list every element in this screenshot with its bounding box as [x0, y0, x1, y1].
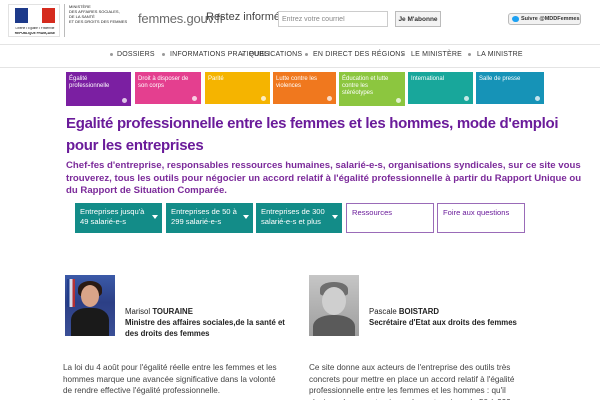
filter-label: Foire aux questions [443, 208, 510, 217]
tile-education-stereotypes[interactable]: Éducation et lutte contre les stéréotype… [339, 72, 405, 106]
chevron-circle-icon [192, 96, 197, 101]
person-first-name: Marisol [125, 307, 151, 316]
nav-item-la-ministre[interactable]: LA MINISTRE [477, 51, 523, 58]
caret-down-icon [243, 215, 249, 219]
person-last-name: BOISTARD [398, 307, 440, 316]
site-header: Liberté • Égalité • Fraternité RÉPUBLIQU… [0, 0, 600, 40]
filter-label: Entreprises jusqu'à 49 salarié-e-s [80, 207, 145, 226]
portrait-pascale-boistard [309, 275, 359, 336]
caret-down-icon [332, 215, 338, 219]
tile-label: Parité [208, 76, 224, 82]
tile-label: Égalité professionnelle [69, 76, 110, 90]
filter-entreprises-50-299[interactable]: Entreprises de 50 à 299 salarié-e-s [166, 203, 253, 233]
portrait-marisol-touraine [65, 275, 115, 336]
chevron-circle-icon [535, 96, 540, 101]
portrait-face [81, 285, 99, 307]
tile-salle-de-presse[interactable]: Salle de presse [476, 72, 544, 104]
portrait-body [71, 308, 109, 336]
filter-label: Ressources [352, 208, 393, 217]
nav-separator [468, 53, 471, 56]
twitter-follow-label: Suivre @MDDFemmes [521, 16, 580, 22]
tile-parite[interactable]: Parité [205, 72, 270, 104]
nav-item-en-direct-des-regions[interactable]: EN DIRECT DES RÉGIONS [313, 51, 405, 58]
nav-separator [305, 53, 308, 56]
portrait-face [322, 287, 346, 315]
intro-paragraph-right: Ce site donne aux acteurs de l'entrepris… [309, 363, 515, 400]
tile-international[interactable]: International [408, 72, 473, 104]
nav-item-le-ministere[interactable]: LE MINISTÈRE [411, 51, 462, 58]
tile-label: Droit à disposer de son corps [138, 76, 189, 90]
person-last-name: TOURAINE [152, 307, 193, 316]
tile-lutte-contre-violences[interactable]: Lutte contre les violences [273, 72, 336, 104]
nav-item-dossiers[interactable]: DOSSIERS [117, 51, 155, 58]
tile-egalite-professionnelle[interactable]: Égalité professionnelle [66, 72, 131, 106]
chevron-circle-icon [261, 96, 266, 101]
tricolor-flag-icon [15, 8, 55, 23]
filter-ressources[interactable]: Ressources [346, 203, 434, 233]
chevron-circle-icon [396, 98, 401, 103]
ministry-name: MINISTÈRE DES AFFAIRES SOCIALES, DE LA S… [64, 4, 128, 37]
newsletter-email-input[interactable] [278, 11, 388, 27]
intro-paragraph-left: La loi du 4 août pour l'égalité réelle e… [63, 363, 277, 396]
chevron-circle-icon [464, 96, 469, 101]
logo-motto: Liberté • Égalité • Fraternité [15, 27, 55, 30]
person-name: Pascale BOISTARD [369, 307, 439, 317]
tile-droit-a-disposer[interactable]: Droit à disposer de son corps [135, 72, 201, 104]
nav-separator [162, 53, 165, 56]
tile-label: Salle de presse [479, 76, 521, 82]
main-nav: DOSSIERS INFORMATIONS PRATIQUES PUBLICAT… [0, 44, 600, 68]
person-first-name: Pascale [369, 307, 397, 316]
page-title: Egalité professionnelle entre les femmes… [66, 115, 559, 154]
chevron-circle-icon [327, 96, 332, 101]
logo-republic: RÉPUBLIQUE FRANÇAISE [14, 31, 56, 35]
ministry-line: ET DES DROITS DES FEMMES [69, 19, 128, 24]
twitter-follow-button[interactable]: Suivre @MDDFemmes [508, 13, 581, 25]
page-intro: Chef-fes d'entreprise, responsables ress… [66, 160, 582, 197]
chevron-circle-icon [122, 98, 127, 103]
nav-separator [110, 53, 113, 56]
tile-label: Lutte contre les violences [276, 76, 318, 90]
tile-label: International [411, 76, 445, 82]
nav-separator [242, 53, 245, 56]
filter-label: Entreprises de 300 salarié-e-s et plus [261, 207, 325, 226]
portrait-body [313, 315, 355, 336]
filter-entreprises-300-plus[interactable]: Entreprises de 300 salarié-e-s et plus [256, 203, 342, 233]
person-name: Marisol TOURAINE [125, 307, 193, 317]
filter-entreprises-49[interactable]: Entreprises jusqu'à 49 salarié-e-s [75, 203, 162, 233]
person-role: Secrétaire d'Etat aux droits des femmes [369, 318, 517, 327]
republique-francaise-logo[interactable]: Liberté • Égalité • Fraternité RÉPUBLIQU… [8, 4, 60, 37]
person-role: Ministre des affaires sociales,de la san… [125, 318, 285, 338]
filter-label: Entreprises de 50 à 299 salarié-e-s [171, 207, 237, 226]
tile-label: Éducation et lutte contre les stéréotype… [342, 76, 389, 97]
caret-down-icon [152, 215, 158, 219]
subscribe-button[interactable]: Je M'abonne [395, 11, 441, 27]
filter-foire-aux-questions[interactable]: Foire aux questions [437, 203, 525, 233]
nav-item-publications[interactable]: PUBLICATIONS [249, 51, 302, 58]
twitter-bird-icon [512, 16, 519, 22]
nav-separator [402, 53, 405, 56]
flag-background [67, 279, 75, 307]
